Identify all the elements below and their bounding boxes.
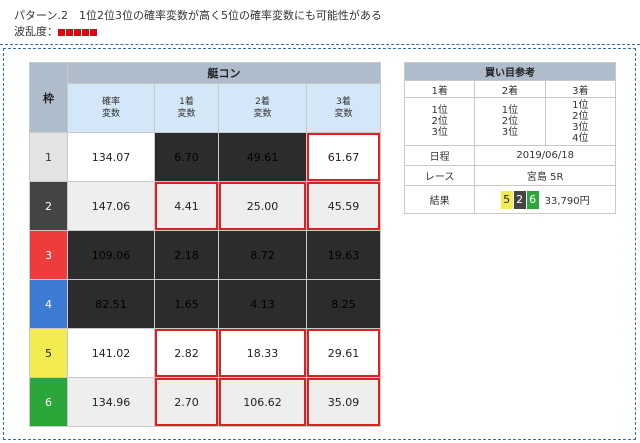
header-separator xyxy=(0,44,640,45)
wave-level-row: 波乱度： xyxy=(14,24,626,40)
value-cell: 49.61 xyxy=(218,132,307,182)
column-header-second: 2着 変数 xyxy=(218,83,307,133)
value-cell: 35.09 xyxy=(306,377,381,427)
pick-cell-third: 1位 2位 3位 4位 xyxy=(544,97,617,146)
value-cell: 2.18 xyxy=(154,230,219,280)
value-cell: 134.07 xyxy=(67,132,155,182)
value-cell: 6.70 xyxy=(154,132,219,182)
wave-level-square xyxy=(58,28,65,36)
value-cell: 109.06 xyxy=(67,230,155,280)
value-cell: 1.65 xyxy=(154,279,219,329)
table-row: 5 141.02 2.82 18.33 29.61 xyxy=(29,328,381,378)
wave-level-square xyxy=(82,28,89,36)
value-cell: 134.96 xyxy=(67,377,155,427)
pick-cell-first: 1位 2位 3位 xyxy=(403,97,476,146)
wave-level-square xyxy=(66,28,73,36)
column-header-probability: 確率 変数 xyxy=(67,83,155,133)
waku-cell: 3 xyxy=(29,230,68,280)
pattern-header: パターン.2 1位2位3位の確率変数が高く5位の確率変数にも可能性がある 波乱度… xyxy=(14,8,626,40)
betting-reference-table: 買い目参考 1着 2着 3着 1位 2位 3位 1位 2位 3位 1位 2位 3位 4位 日程… xyxy=(403,62,617,214)
table-row: 6 134.96 2.70 106.62 35.09 xyxy=(29,377,381,427)
race-label: レース xyxy=(403,165,476,186)
table-row: 1 134.07 6.70 49.61 61.67 xyxy=(29,132,381,182)
waku-cell: 2 xyxy=(29,181,68,231)
value-cell: 147.06 xyxy=(67,181,155,231)
result-label: 結果 xyxy=(403,185,476,214)
result-payout: 33,790円 xyxy=(544,196,590,207)
value-cell: 18.33 xyxy=(218,328,307,378)
boat-condition-table: 枠 艇コン 確率 変数 1着 変数 2着 変数 3着 変数 1 134.07 6.70 … xyxy=(29,62,381,427)
value-cell: 8.25 xyxy=(306,279,381,329)
waku-cell: 5 xyxy=(29,328,68,378)
wave-level-square xyxy=(90,28,97,36)
date-value: 2019/06/18 xyxy=(474,145,616,166)
value-cell: 4.41 xyxy=(154,181,219,231)
value-cell: 4.13 xyxy=(218,279,307,329)
value-cell: 2.70 xyxy=(154,377,219,427)
wave-label: 波乱度： xyxy=(14,25,58,38)
table-row: 3 109.06 2.18 8.72 19.63 xyxy=(29,230,381,280)
column-header-first: 1着 変数 xyxy=(154,83,219,133)
table-row: 2 147.06 4.41 25.00 45.59 xyxy=(29,181,381,231)
value-cell: 45.59 xyxy=(306,181,381,231)
waku-cell: 1 xyxy=(29,132,68,182)
side-header-first: 1着 xyxy=(403,80,476,98)
side-header-second: 2着 xyxy=(474,80,546,98)
value-cell: 8.72 xyxy=(218,230,307,280)
wave-level-square xyxy=(74,28,81,36)
wave-level-indicator xyxy=(58,28,98,36)
waku-header: 枠 xyxy=(29,62,68,133)
result-boat-chip: 6 xyxy=(526,190,539,209)
waku-cell: 4 xyxy=(29,279,68,329)
date-label: 日程 xyxy=(403,145,476,166)
side-table-title: 買い目参考 xyxy=(404,62,616,81)
result-boat-chip: 5 xyxy=(500,190,513,209)
group-header: 艇コン xyxy=(67,62,381,84)
value-cell: 82.51 xyxy=(67,279,155,329)
value-cell: 141.02 xyxy=(67,328,155,378)
value-cell: 61.67 xyxy=(306,132,381,182)
result-boat-chip: 2 xyxy=(513,190,526,209)
value-cell: 2.82 xyxy=(154,328,219,378)
side-header-third: 3着 xyxy=(544,80,617,98)
waku-cell: 6 xyxy=(29,377,68,427)
pick-cell-second: 1位 2位 3位 xyxy=(474,97,546,146)
table-row: 4 82.51 1.65 4.13 8.25 xyxy=(29,279,381,329)
result-value: 5 2 6 33,790円 xyxy=(474,185,616,214)
pattern-text: パターン.2 1位2位3位の確率変数が高く5位の確率変数にも可能性がある xyxy=(14,9,382,22)
value-cell: 19.63 xyxy=(306,230,381,280)
value-cell: 29.61 xyxy=(306,328,381,378)
race-value: 宮島 5R xyxy=(474,165,616,186)
value-cell: 106.62 xyxy=(218,377,307,427)
value-cell: 25.00 xyxy=(218,181,307,231)
column-header-third: 3着 変数 xyxy=(306,83,381,133)
